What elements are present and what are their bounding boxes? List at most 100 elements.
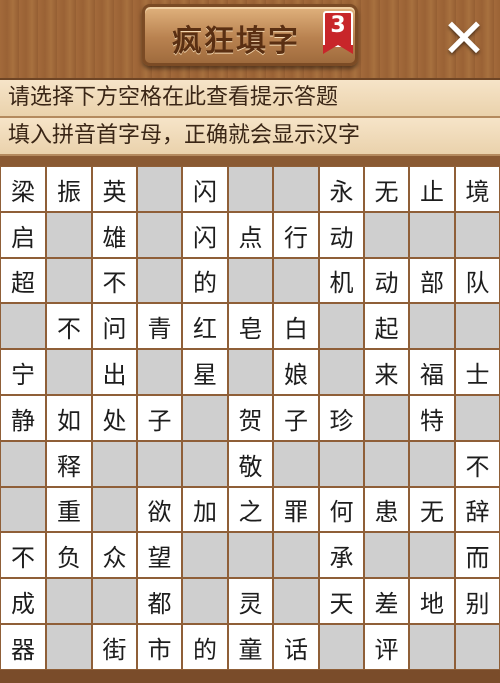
grid-cell-blank[interactable]	[409, 624, 455, 670]
grid-cell-blank[interactable]	[0, 441, 46, 487]
grid-cell[interactable]: 辞	[455, 487, 500, 532]
grid-cell-blank[interactable]	[137, 349, 182, 395]
grid-cell[interactable]: 的	[182, 258, 228, 303]
grid-cell-blank[interactable]	[455, 212, 500, 258]
grid-cell[interactable]: 不	[92, 258, 137, 303]
grid-cell[interactable]: 闪	[182, 212, 228, 258]
grid-cell-blank[interactable]	[92, 441, 137, 487]
grid-cell-blank[interactable]	[137, 166, 182, 212]
grid-cell-blank[interactable]	[364, 395, 409, 441]
grid-cell-blank[interactable]	[46, 578, 92, 624]
grid-cell[interactable]: 的	[182, 624, 228, 670]
grid-cell-blank[interactable]	[0, 487, 46, 532]
grid-cell-blank[interactable]	[46, 349, 92, 395]
grid-cell[interactable]: 问	[92, 303, 137, 349]
grid-cell[interactable]: 子	[137, 395, 182, 441]
grid-cell[interactable]: 士	[455, 349, 500, 395]
grid-cell[interactable]: 振	[46, 166, 92, 212]
grid-cell[interactable]: 器	[0, 624, 46, 670]
grid-cell-blank[interactable]	[409, 303, 455, 349]
grid-cell-blank[interactable]	[92, 487, 137, 532]
grid-cell[interactable]: 子	[273, 395, 319, 441]
grid-cell-blank[interactable]	[228, 166, 273, 212]
grid-cell-blank[interactable]	[182, 578, 228, 624]
grid-cell[interactable]: 出	[92, 349, 137, 395]
grid-cell[interactable]: 罪	[273, 487, 319, 532]
grid-cell-blank[interactable]	[455, 395, 500, 441]
grid-cell-blank[interactable]	[182, 532, 228, 578]
grid-cell[interactable]: 梁	[0, 166, 46, 212]
grid-cell-blank[interactable]	[0, 303, 46, 349]
grid-cell[interactable]: 星	[182, 349, 228, 395]
grid-cell[interactable]: 白	[273, 303, 319, 349]
grid-cell[interactable]: 如	[46, 395, 92, 441]
grid-cell[interactable]: 闪	[182, 166, 228, 212]
grid-cell[interactable]: 众	[92, 532, 137, 578]
grid-cell[interactable]: 差	[364, 578, 409, 624]
grid-cell-blank[interactable]	[319, 349, 364, 395]
grid-cell[interactable]: 释	[46, 441, 92, 487]
grid-cell[interactable]: 动	[364, 258, 409, 303]
close-icon[interactable]: ✕	[438, 12, 490, 66]
grid-cell-blank[interactable]	[92, 578, 137, 624]
grid-cell[interactable]: 患	[364, 487, 409, 532]
grid-cell[interactable]: 不	[46, 303, 92, 349]
grid-cell[interactable]: 止	[409, 166, 455, 212]
grid-cell[interactable]: 处	[92, 395, 137, 441]
grid-cell[interactable]: 敬	[228, 441, 273, 487]
grid-cell-blank[interactable]	[273, 166, 319, 212]
grid-cell[interactable]: 娘	[273, 349, 319, 395]
grid-cell-blank[interactable]	[182, 395, 228, 441]
grid-cell-blank[interactable]	[364, 441, 409, 487]
grid-cell[interactable]: 重	[46, 487, 92, 532]
grid-cell[interactable]: 点	[228, 212, 273, 258]
grid-cell-blank[interactable]	[319, 624, 364, 670]
grid-cell[interactable]: 启	[0, 212, 46, 258]
grid-cell-blank[interactable]	[228, 349, 273, 395]
grid-cell[interactable]: 话	[273, 624, 319, 670]
grid-cell[interactable]: 之	[228, 487, 273, 532]
grid-cell[interactable]: 红	[182, 303, 228, 349]
grid-cell[interactable]: 机	[319, 258, 364, 303]
grid-cell[interactable]: 特	[409, 395, 455, 441]
grid-cell-blank[interactable]	[137, 212, 182, 258]
grid-cell[interactable]: 行	[273, 212, 319, 258]
grid-cell[interactable]: 不	[0, 532, 46, 578]
grid-cell[interactable]: 不	[455, 441, 500, 487]
grid-cell-blank[interactable]	[182, 441, 228, 487]
grid-cell-blank[interactable]	[273, 441, 319, 487]
grid-cell-blank[interactable]	[46, 258, 92, 303]
grid-cell-blank[interactable]	[137, 258, 182, 303]
grid-cell[interactable]: 何	[319, 487, 364, 532]
grid-cell-blank[interactable]	[228, 532, 273, 578]
grid-cell[interactable]: 欲	[137, 487, 182, 532]
grid-cell[interactable]: 静	[0, 395, 46, 441]
grid-cell-blank[interactable]	[319, 303, 364, 349]
grid-cell[interactable]: 灵	[228, 578, 273, 624]
grid-cell[interactable]: 无	[409, 487, 455, 532]
grid-cell[interactable]: 承	[319, 532, 364, 578]
grid-cell-blank[interactable]	[455, 624, 500, 670]
grid-cell-blank[interactable]	[273, 258, 319, 303]
grid-cell-blank[interactable]	[409, 441, 455, 487]
grid-cell[interactable]: 超	[0, 258, 46, 303]
grid-cell[interactable]: 加	[182, 487, 228, 532]
grid-cell[interactable]: 而	[455, 532, 500, 578]
grid-cell[interactable]: 贺	[228, 395, 273, 441]
grid-cell[interactable]: 街	[92, 624, 137, 670]
grid-cell[interactable]: 境	[455, 166, 500, 212]
grid-cell-blank[interactable]	[409, 212, 455, 258]
grid-cell[interactable]: 地	[409, 578, 455, 624]
grid-cell[interactable]: 队	[455, 258, 500, 303]
grid-cell[interactable]: 雄	[92, 212, 137, 258]
grid-cell-blank[interactable]	[46, 624, 92, 670]
grid-cell-blank[interactable]	[137, 441, 182, 487]
grid-cell-blank[interactable]	[364, 212, 409, 258]
grid-cell[interactable]: 无	[364, 166, 409, 212]
grid-cell-blank[interactable]	[455, 303, 500, 349]
grid-cell-blank[interactable]	[409, 532, 455, 578]
grid-cell-blank[interactable]	[273, 578, 319, 624]
grid-cell-blank[interactable]	[364, 532, 409, 578]
grid-cell[interactable]: 负	[46, 532, 92, 578]
grid-cell[interactable]: 起	[364, 303, 409, 349]
